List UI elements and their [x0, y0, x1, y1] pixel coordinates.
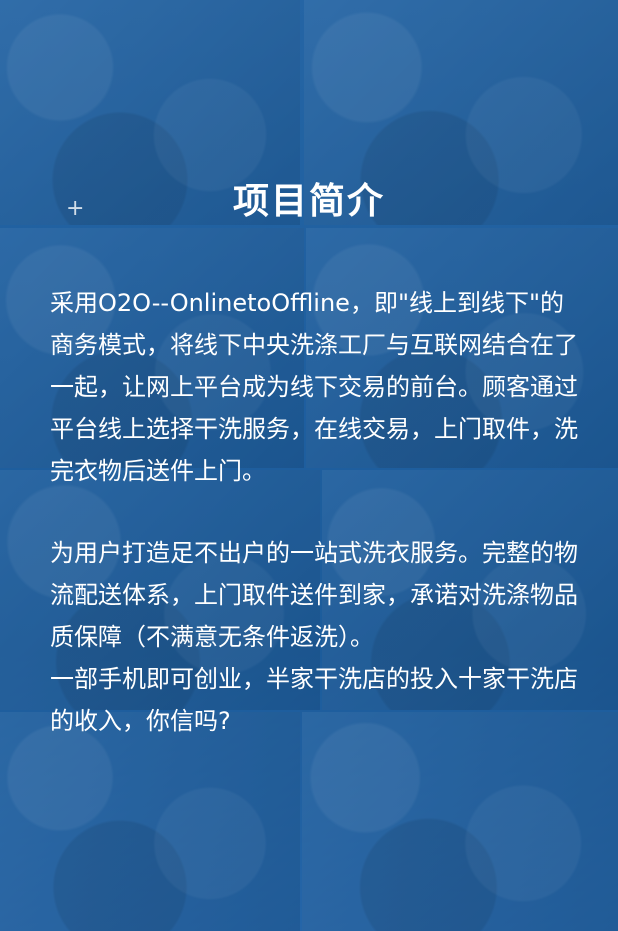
project-intro-page: + 项目简介 采用O2O--OnlinetoOffline，即"线上到线下"的商…: [0, 0, 618, 931]
intro-paragraph-2: 为用户打造足不出户的一站式洗衣服务。完整的物流配送体系，上门取件送件到家，承诺对…: [50, 539, 578, 651]
intro-text: 采用O2O--OnlinetoOffline，即"线上到线下"的商务模式，将线下…: [50, 282, 580, 742]
intro-paragraph-3: 一部手机即可创业，半家干洗店的投入十家干洗店的收入，你信吗?: [50, 665, 578, 735]
intro-paragraph-1: 采用O2O--OnlinetoOffline，即"线上到线下"的商务模式，将线下…: [50, 289, 578, 485]
page-title: 项目简介: [232, 181, 385, 222]
